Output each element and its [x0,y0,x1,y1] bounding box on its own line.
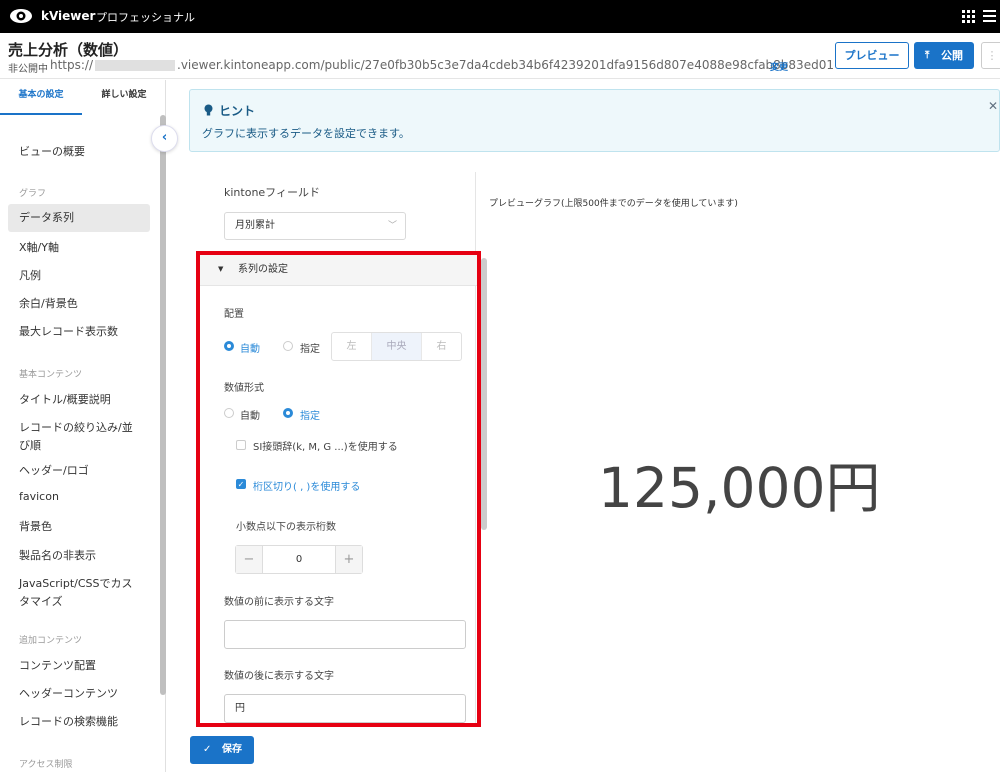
top-bar: kViewer プロフェッショナル [0,0,1000,33]
sidebar-item-overview[interactable]: ビューの概要 [19,143,85,159]
thousands-separator-label[interactable]: 桁区切り( , )を使用する [253,478,360,493]
format-auto-label[interactable]: 自動 [240,407,260,422]
lightbulb-icon [204,104,213,116]
publish-button[interactable]: ⤒ 公開 [914,42,974,69]
panel-scrollbar[interactable] [481,258,487,530]
upload-icon: ⤒ [925,50,930,61]
eye-logo-icon [10,9,32,23]
sidebar-section-access: アクセス制限 [19,760,73,770]
placement-auto-radio[interactable] [224,341,234,351]
increment-button[interactable]: + [335,546,362,573]
hamburger-menu-icon[interactable] [983,10,996,22]
preview-number-value: 125,000円 [598,456,881,520]
sidebar-item-js-css[interactable]: JavaScript/CSSでカス タマイズ [19,575,133,609]
align-center-option[interactable]: 中央 [372,333,421,360]
format-manual-radio[interactable] [283,408,293,418]
sidebar-scrollbar[interactable] [160,115,166,695]
preview-button[interactable]: プレビュー [835,42,909,69]
align-right-option[interactable]: 右 [421,333,461,360]
redacted-subdomain [95,60,176,71]
sidebar-item-header-logo[interactable]: ヘッダー/ロゴ [19,462,89,478]
settings-sidebar: 基本の設定 詳しい設定 ビューの概要 グラフ データ系列 X軸/Y軸 凡例 余白… [0,80,166,772]
preview-graph-label: プレビューグラフ(上限500件までのデータを使用しています) [489,199,738,209]
sidebar-item-margin-bg[interactable]: 余白/背景色 [19,295,78,311]
close-hint-icon[interactable]: ✕ [988,99,998,113]
number-format-label: 数値形式 [224,383,264,394]
hint-title: ヒント [219,104,256,118]
sidebar-item-max-records[interactable]: 最大レコード表示数 [19,323,118,339]
sidebar-section-basic-content: 基本コンテンツ [19,370,83,380]
suffix-text-input[interactable]: 円 [224,694,466,723]
sidebar-item-record-search[interactable]: レコードの検索機能 [19,713,118,729]
kintone-field-label: kintoneフィールド [224,186,320,199]
checkmark-icon: ✓ [203,744,212,755]
series-settings-label: 系列の設定 [238,264,288,275]
page-title: 売上分析（数値） [8,41,129,59]
decrement-button[interactable]: − [236,546,263,573]
publish-status: 非公開中 [8,64,48,75]
sidebar-item-content-layout[interactable]: コンテンツ配置 [19,657,96,673]
apps-grid-icon[interactable] [962,10,975,23]
more-options-button[interactable]: ⋮ [981,42,1000,69]
save-button-label: 保存 [222,744,242,755]
decimal-places-label: 小数点以下の表示桁数 [236,522,336,533]
kintone-field-value: 月別累計 [235,220,275,231]
hint-description: グラフに表示するデータを設定できます。 [202,127,410,140]
sidebar-item-title-desc[interactable]: タイトル/概要説明 [19,391,111,407]
sidebar-item-filter-sort-line1: レコードの絞り込み/並 [19,421,133,434]
placement-manual-label[interactable]: 指定 [300,340,320,355]
hint-box: ヒント グラフに表示するデータを設定できます。 ✕ [189,89,1000,152]
kintone-field-select[interactable]: 月別累計 ﹀ [224,212,406,240]
placement-label: 配置 [224,309,244,320]
sidebar-item-hide-product[interactable]: 製品名の非表示 [19,547,96,563]
sidebar-item-data-series[interactable]: データ系列 [8,204,150,232]
sidebar-item-js-css-line1: JavaScript/CSSでカス [19,577,133,590]
collapse-sidebar-button[interactable]: ‹ [151,125,178,152]
sidebar-item-bg-color[interactable]: 背景色 [19,518,52,534]
tab-detailed-settings[interactable]: 詳しい設定 [82,80,166,115]
placement-auto-label[interactable]: 自動 [240,340,260,355]
change-url-link[interactable]: 変更 [770,60,788,73]
sidebar-item-legend[interactable]: 凡例 [19,267,41,283]
format-manual-label[interactable]: 指定 [300,407,320,422]
si-prefix-checkbox[interactable] [236,440,246,450]
edition-label: プロフェッショナル [96,11,195,24]
sidebar-section-graph: グラフ [19,189,47,199]
sidebar-item-header-content[interactable]: ヘッダーコンテンツ [19,685,118,701]
series-settings-header[interactable]: ▼ 系列の設定 [200,254,477,286]
align-left-option[interactable]: 左 [332,333,372,360]
sidebar-item-favicon[interactable]: favicon [19,490,59,503]
prefix-text-label: 数値の前に表示する文字 [224,597,334,608]
save-button[interactable]: ✓ 保存 [190,736,254,764]
alignment-segmented-control: 左 中央 右 [331,332,462,361]
sidebar-item-axis[interactable]: X軸/Y軸 [19,239,59,255]
prefix-text-input[interactable] [224,620,466,649]
sidebar-item-filter-sort-line2: び順 [19,439,41,452]
suffix-text-label: 数値の後に表示する文字 [224,671,334,682]
placement-manual-radio[interactable] [283,341,293,351]
tab-basic-settings[interactable]: 基本の設定 [0,80,82,115]
publish-button-label: 公開 [941,49,963,62]
format-auto-radio[interactable] [224,408,234,418]
url-suffix: .viewer.kintoneapp.com/public/27e0fb30b5… [177,58,834,72]
decimal-places-stepper: − 0 + [235,545,363,574]
page-header: 売上分析（数値） 非公開中 https:// .viewer.kintoneapp… [0,33,1000,79]
caret-down-icon: ▼ [218,265,224,273]
url-prefix: https:// [50,58,94,72]
sidebar-item-filter-sort[interactable]: レコードの絞り込み/並 び順 [19,419,133,453]
si-prefix-label[interactable]: SI接頭辞(k, M, G ...)を使用する [253,438,398,453]
thousands-separator-checkbox[interactable]: ✓ [236,479,246,489]
sidebar-item-js-css-line2: タマイズ [19,595,63,608]
public-url: https:// .viewer.kintoneapp.com/public/27… [50,58,834,72]
sidebar-section-extra: 追加コンテンツ [19,636,83,646]
decimal-places-value[interactable]: 0 [263,546,335,573]
chevron-down-icon: ﹀ [387,221,397,231]
brand-name: kViewer [41,9,96,23]
